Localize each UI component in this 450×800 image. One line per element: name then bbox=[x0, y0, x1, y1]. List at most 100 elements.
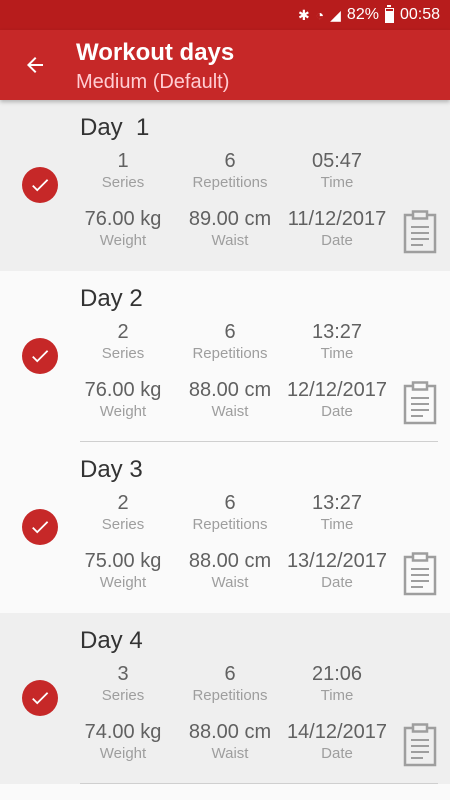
time-label: Time bbox=[320, 174, 354, 191]
weight-label: Weight bbox=[99, 403, 147, 420]
day-row-2[interactable]: Day 2 2 Series 6 Repetitions 13:27 Time 76.… bbox=[0, 271, 450, 442]
time-value: 13:27 bbox=[311, 492, 363, 514]
waist-label: Waist bbox=[211, 403, 249, 420]
day-row-1[interactable]: Day 1 1 Series 6 Repetitions 05:47 Time 76.… bbox=[0, 100, 450, 271]
repetitions-cell: 6 Repetitions bbox=[170, 663, 290, 704]
repetitions-label: Repetitions bbox=[192, 516, 268, 533]
waist-value: 88.00 cm bbox=[188, 721, 272, 743]
bluetooth-icon: ✱ bbox=[297, 6, 310, 23]
time-value: 21:06 bbox=[311, 663, 363, 685]
repetitions-label: Repetitions bbox=[192, 345, 268, 362]
series-cell: 1 Series bbox=[63, 150, 183, 191]
date-cell: 14/12/2017 Date bbox=[277, 721, 397, 762]
weight-value: 75.00 kg bbox=[84, 550, 162, 572]
clipboard-icon[interactable] bbox=[403, 210, 437, 254]
day-title: Day 4 bbox=[80, 627, 143, 654]
signal-icon: ◢ bbox=[330, 6, 341, 23]
date-value: 11/12/2017 bbox=[287, 208, 387, 230]
date-cell: 11/12/2017 Date bbox=[277, 208, 397, 249]
repetitions-value: 6 bbox=[224, 663, 236, 685]
day-row-4[interactable]: Day 4 3 Series 6 Repetitions 21:06 Time 74.… bbox=[0, 613, 450, 784]
waist-cell: 88.00 cm Waist bbox=[170, 379, 290, 420]
time-value: 05:47 bbox=[311, 150, 363, 172]
time-cell: 05:47 Time bbox=[277, 150, 397, 191]
repetitions-label: Repetitions bbox=[192, 174, 268, 191]
date-value: 12/12/2017 bbox=[286, 379, 388, 401]
waist-cell: 88.00 cm Waist bbox=[170, 721, 290, 762]
clock: 00:58 bbox=[399, 6, 440, 23]
weight-cell: 75.00 kg Weight bbox=[63, 550, 183, 591]
date-value: 14/12/2017 bbox=[286, 721, 388, 743]
waist-label: Waist bbox=[211, 574, 249, 591]
date-label: Date bbox=[321, 745, 353, 762]
waist-label: Waist bbox=[211, 745, 249, 762]
waist-value: 88.00 cm bbox=[188, 379, 272, 401]
day-title: Day 3 bbox=[80, 456, 143, 483]
series-label: Series bbox=[101, 687, 145, 704]
app-bar: Workout days Medium (Default) bbox=[0, 30, 450, 100]
time-cell: 13:27 Time bbox=[277, 492, 397, 533]
date-label: Date bbox=[321, 574, 353, 591]
waist-cell: 88.00 cm Waist bbox=[170, 550, 290, 591]
repetitions-value: 6 bbox=[224, 492, 236, 514]
series-value: 1 bbox=[117, 150, 129, 172]
series-value: 2 bbox=[117, 492, 129, 514]
series-cell: 3 Series bbox=[63, 663, 183, 704]
page-subtitle: Medium (Default) bbox=[76, 71, 230, 93]
clipboard-icon[interactable] bbox=[403, 723, 437, 767]
date-value: 13/12/2017 bbox=[286, 550, 388, 572]
repetitions-cell: 6 Repetitions bbox=[170, 150, 290, 191]
time-cell: 13:27 Time bbox=[277, 321, 397, 362]
series-cell: 2 Series bbox=[63, 492, 183, 533]
battery-level: 82% bbox=[346, 6, 379, 23]
series-value: 2 bbox=[117, 321, 129, 343]
repetitions-value: 6 bbox=[224, 321, 236, 343]
day-title: Day 2 bbox=[80, 285, 143, 312]
repetitions-cell: 6 Repetitions bbox=[170, 492, 290, 533]
waist-cell: 89.00 cm Waist bbox=[170, 208, 290, 249]
completed-check-icon bbox=[22, 338, 58, 374]
workout-days-list[interactable]: Day 1 1 Series 6 Repetitions 05:47 Time 76.… bbox=[0, 100, 450, 800]
battery-icon bbox=[384, 4, 394, 23]
date-cell: 12/12/2017 Date bbox=[277, 379, 397, 420]
weight-value: 76.00 kg bbox=[84, 379, 162, 401]
back-button[interactable] bbox=[18, 48, 52, 82]
waist-label: Waist bbox=[211, 232, 249, 249]
time-cell: 21:06 Time bbox=[277, 663, 397, 704]
clipboard-icon[interactable] bbox=[403, 381, 437, 425]
day-row-3[interactable]: Day 3 2 Series 6 Repetitions 13:27 Time 75.… bbox=[0, 442, 450, 613]
weight-cell: 76.00 kg Weight bbox=[63, 379, 183, 420]
waist-value: 88.00 cm bbox=[188, 550, 272, 572]
weight-cell: 74.00 kg Weight bbox=[63, 721, 183, 762]
completed-check-icon bbox=[22, 680, 58, 716]
wifi-icon: ◔ bbox=[315, 7, 325, 23]
date-cell: 13/12/2017 Date bbox=[277, 550, 397, 591]
date-label: Date bbox=[321, 403, 353, 420]
weight-value: 74.00 kg bbox=[84, 721, 162, 743]
weight-value: 76.00 kg bbox=[84, 208, 162, 230]
weight-cell: 76.00 kg Weight bbox=[63, 208, 183, 249]
repetitions-value: 6 bbox=[224, 150, 236, 172]
page-title: Workout days bbox=[76, 39, 235, 66]
day-title: Day 1 bbox=[80, 114, 150, 141]
time-value: 13:27 bbox=[311, 321, 363, 343]
time-label: Time bbox=[320, 687, 354, 704]
waist-value: 89.00 cm bbox=[188, 208, 272, 230]
weight-label: Weight bbox=[99, 745, 147, 762]
time-label: Time bbox=[320, 345, 354, 362]
series-cell: 2 Series bbox=[63, 321, 183, 362]
repetitions-label: Repetitions bbox=[192, 687, 268, 704]
series-label: Series bbox=[101, 345, 145, 362]
arrow-back-icon bbox=[27, 57, 43, 73]
weight-label: Weight bbox=[99, 574, 147, 591]
series-label: Series bbox=[101, 174, 145, 191]
weight-label: Weight bbox=[99, 232, 147, 249]
series-value: 3 bbox=[117, 663, 129, 685]
completed-check-icon bbox=[22, 509, 58, 545]
clipboard-icon[interactable] bbox=[403, 552, 437, 596]
series-label: Series bbox=[101, 516, 145, 533]
completed-check-icon bbox=[22, 167, 58, 203]
status-bar: ✱ ◔ ◢ 82% 00:58 bbox=[0, 0, 450, 30]
repetitions-cell: 6 Repetitions bbox=[170, 321, 290, 362]
time-label: Time bbox=[320, 516, 354, 533]
